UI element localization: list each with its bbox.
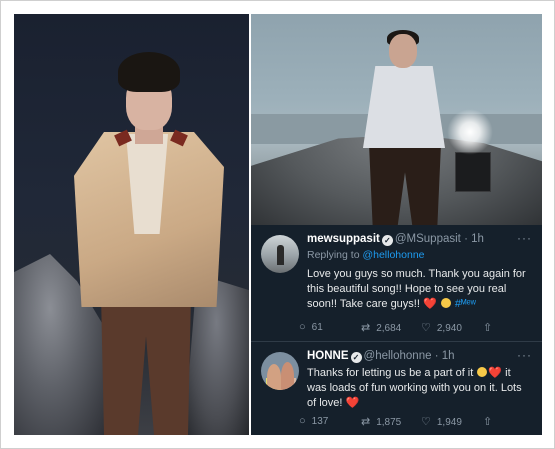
timestamp[interactable]: · 1h <box>464 233 484 245</box>
smiling-face-emoji-icon <box>440 298 451 308</box>
like-button[interactable]: ♡ 1,949 <box>421 415 462 428</box>
heart-emoji-icon: ❤️ <box>345 397 360 409</box>
photo-man-in-jacket <box>14 14 249 435</box>
display-name[interactable]: HONNE <box>307 350 349 362</box>
spotlight-glow <box>447 109 493 155</box>
share-button[interactable]: ⇧ <box>483 321 498 334</box>
reply-icon: ○ <box>299 321 306 333</box>
avatar[interactable] <box>261 352 299 390</box>
like-count: 2,940 <box>436 323 462 334</box>
avatar[interactable] <box>261 235 299 273</box>
face <box>389 34 417 68</box>
photo-man-on-hill <box>251 14 542 225</box>
replying-to: Replying to @hellohonne <box>307 249 425 261</box>
tweet[interactable]: mewsuppasit ✓ @MSuppasit · 1h ··· Replying… <box>251 225 542 342</box>
display-name[interactable]: mewsuppasit <box>307 233 380 245</box>
spotlight-box <box>455 152 491 192</box>
retweet-count: 1,875 <box>376 417 402 428</box>
reply-icon: ○ <box>299 415 306 427</box>
heart-emoji-icon: ❤️ <box>422 298 437 310</box>
tweet-header: HONNE ✓ @hellohonne · 1h <box>307 350 455 363</box>
hashtag-link[interactable]: #ᴹᵉʷ <box>455 298 476 310</box>
like-count: 1,949 <box>436 417 462 428</box>
like-icon: ♡ <box>421 322 431 334</box>
more-options-icon[interactable]: ··· <box>517 231 532 245</box>
reply-count: 61 <box>311 322 323 333</box>
share-icon: ⇧ <box>483 322 493 334</box>
pleading-face-emoji-icon <box>477 367 488 377</box>
tweet-text: Thanks for letting us be a part of it ❤️… <box>307 367 522 409</box>
verified-badge-icon: ✓ <box>381 235 393 246</box>
shirt <box>363 66 445 148</box>
trousers <box>101 294 191 435</box>
handle[interactable]: @MSuppasit <box>395 233 461 245</box>
hair <box>118 52 180 92</box>
reply-button[interactable]: ○ 137 <box>299 415 328 427</box>
handle[interactable]: @hellohonne <box>364 350 432 362</box>
share-icon: ⇧ <box>483 416 493 428</box>
verified-badge-icon: ✓ <box>350 352 362 363</box>
share-button[interactable]: ⇧ <box>483 415 498 428</box>
reply-count: 137 <box>311 416 329 427</box>
like-button[interactable]: ♡ 2,940 <box>421 321 462 334</box>
timestamp[interactable]: · 1h <box>435 350 455 362</box>
retweet-icon: ⇄ <box>361 416 371 428</box>
image-frame: mewsuppasit ✓ @MSuppasit · 1h ··· Replying… <box>0 0 555 449</box>
reply-button[interactable]: ○ 61 <box>299 321 323 333</box>
retweet-button[interactable]: ⇄ 1,875 <box>361 415 401 428</box>
tweet[interactable]: HONNE ✓ @hellohonne · 1h ··· Thanks for le… <box>251 342 542 435</box>
more-options-icon[interactable]: ··· <box>517 348 532 362</box>
tweet-text: Love you guys so much. Thank you again f… <box>307 268 526 310</box>
tweet-header: mewsuppasit ✓ @MSuppasit · 1h <box>307 233 484 246</box>
reply-mention-link[interactable]: @hellohonne <box>362 249 424 261</box>
heart-emoji-icon: ❤️ <box>488 367 503 379</box>
tweet-thread: mewsuppasit ✓ @MSuppasit · 1h ··· Replying… <box>251 225 542 435</box>
retweet-button[interactable]: ⇄ 2,684 <box>361 321 401 334</box>
retweet-icon: ⇄ <box>361 322 371 334</box>
like-icon: ♡ <box>421 416 431 428</box>
retweet-count: 2,684 <box>376 323 402 334</box>
